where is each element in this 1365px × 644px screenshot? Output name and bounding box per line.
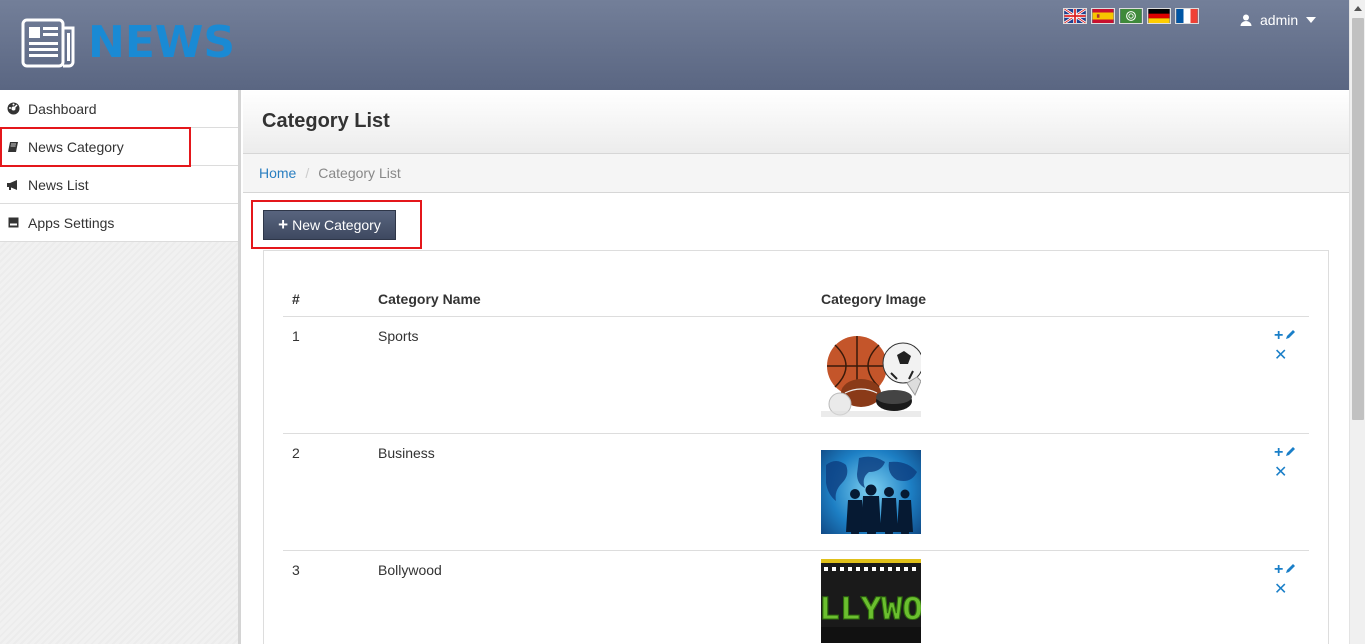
sidebar-item-label: Apps Settings	[28, 214, 115, 231]
delete-icon[interactable]: ✕	[1274, 582, 1304, 598]
sidebar-item-label: News Category	[28, 138, 124, 155]
row-actions: + ✕	[1274, 561, 1304, 598]
caret-down-icon	[1306, 17, 1317, 23]
edit-icon[interactable]	[1285, 328, 1296, 344]
delete-icon[interactable]: ✕	[1274, 348, 1304, 364]
arabic-flag-icon[interactable]	[1119, 8, 1143, 24]
breadcrumb-separator: /	[305, 165, 310, 181]
breadcrumb: Home / Category List	[243, 154, 1349, 193]
category-name: Bollywood	[378, 562, 442, 578]
category-name: Sports	[378, 328, 419, 344]
sidebar-item-news-category[interactable]: News Category	[0, 128, 238, 166]
main-content: Category List Home / Category List + New…	[243, 90, 1349, 644]
row-number: 3	[292, 562, 300, 578]
sports-balls-image	[821, 333, 921, 417]
sidebar-item-label: News List	[28, 176, 89, 193]
sidebar-item-news-list[interactable]: News List	[0, 166, 238, 204]
add-icon[interactable]: +	[1274, 562, 1283, 578]
table-row: 2 Business + ✕	[283, 434, 1309, 551]
business-world-image	[821, 450, 921, 534]
column-header-number: #	[292, 291, 300, 307]
logo-text: NEWS	[88, 17, 236, 68]
category-table-panel: # Category Name Category Image 1 Sports	[263, 250, 1329, 644]
top-navbar: NEWS admin	[0, 0, 1349, 90]
sidebar: Dashboard News Category News List Apps S…	[0, 90, 241, 644]
add-icon[interactable]: +	[1274, 328, 1283, 344]
sidebar-item-label: Dashboard	[28, 100, 97, 117]
logo[interactable]: NEWS	[20, 16, 235, 70]
add-icon[interactable]: +	[1274, 445, 1283, 461]
delete-icon[interactable]: ✕	[1274, 465, 1304, 481]
bollywood-image-text: LLYWO	[821, 592, 921, 627]
new-category-button[interactable]: + New Category	[263, 210, 396, 240]
row-actions: + ✕	[1274, 444, 1304, 481]
uk-flag-icon[interactable]	[1063, 8, 1087, 24]
category-table: # Category Name Category Image 1 Sports	[283, 280, 1309, 644]
row-number: 1	[292, 328, 300, 344]
table-row: 3 Bollywood LLYWO + ✕	[283, 551, 1309, 644]
plus-icon: +	[278, 215, 289, 234]
newspaper-icon	[21, 18, 75, 68]
page-scrollbar[interactable]	[1349, 0, 1365, 644]
column-header-category-name: Category Name	[378, 291, 481, 307]
edit-icon[interactable]	[1285, 562, 1296, 578]
page-header: Category List	[243, 90, 1349, 154]
spain-flag-icon[interactable]	[1091, 8, 1115, 24]
book-icon	[6, 140, 20, 154]
row-actions: + ✕	[1274, 327, 1304, 364]
user-name: admin	[1260, 12, 1299, 28]
dashboard-icon	[6, 102, 20, 116]
category-name: Business	[378, 445, 435, 461]
bollywood-image: LLYWO	[821, 559, 921, 643]
scroll-up-icon[interactable]	[1350, 0, 1365, 16]
germany-flag-icon[interactable]	[1147, 8, 1171, 24]
sidebar-item-apps-settings[interactable]: Apps Settings	[0, 204, 238, 242]
breadcrumb-current: Category List	[318, 165, 401, 181]
edit-icon[interactable]	[1285, 445, 1296, 461]
breadcrumb-home-link[interactable]: Home	[259, 165, 296, 181]
user-icon	[1240, 14, 1252, 26]
sidebar-item-dashboard[interactable]: Dashboard	[0, 90, 238, 128]
new-category-label: New Category	[292, 217, 381, 233]
page-title: Category List	[262, 110, 390, 132]
language-flags	[1063, 8, 1199, 24]
sidebar-background	[0, 242, 238, 644]
user-menu[interactable]: admin	[1240, 12, 1317, 28]
hdd-icon	[6, 216, 20, 230]
table-header: # Category Name Category Image	[283, 280, 1309, 317]
france-flag-icon[interactable]	[1175, 8, 1199, 24]
bullhorn-icon	[6, 178, 20, 192]
scrollbar-thumb[interactable]	[1352, 18, 1364, 420]
column-header-category-image: Category Image	[821, 291, 927, 307]
row-number: 2	[292, 445, 300, 461]
table-row: 1 Sports + ✕	[283, 317, 1309, 434]
